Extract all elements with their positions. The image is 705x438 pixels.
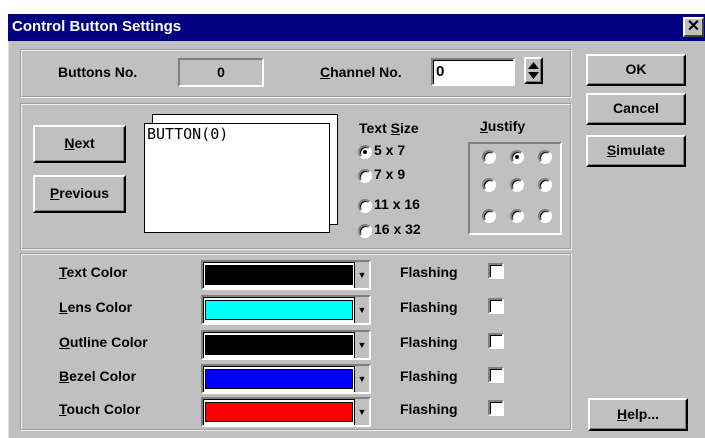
cancel-button-label: Cancel: [613, 100, 659, 116]
color-swatch: [205, 369, 353, 389]
text-size-radio-11x16[interactable]: [358, 199, 372, 213]
text-size-radio-7x9[interactable]: [358, 169, 372, 183]
color-label-text: ens Color: [67, 299, 133, 315]
text-size-accel: S: [390, 120, 400, 136]
help-accel: H: [616, 406, 628, 422]
channel-no-input-value: 0: [436, 63, 445, 80]
color-label-accel: O: [59, 334, 70, 350]
channel-no-label-accel: C: [320, 64, 331, 80]
next-button-label: ext: [74, 135, 95, 151]
color-label: Bezel Color: [59, 368, 136, 384]
next-button[interactable]: Next: [33, 125, 126, 163]
text-size-radio-5x7[interactable]: [358, 145, 372, 159]
flashing-checkbox[interactable]: [488, 298, 504, 314]
dropdown-arrow-icon[interactable]: ▼: [354, 262, 369, 288]
color-label: Outline Color: [59, 334, 148, 350]
justify-top-right[interactable]: [538, 150, 552, 164]
color-label: Lens Color: [59, 299, 132, 315]
justify-accel: J: [480, 118, 488, 134]
text-size-label: Text Size: [359, 120, 419, 136]
flashing-checkbox[interactable]: [488, 263, 504, 279]
color-swatch: [205, 402, 353, 422]
flashing-label: Flashing: [400, 334, 458, 350]
button-preview: BUTTON(0): [144, 123, 330, 233]
ok-button[interactable]: OK: [586, 54, 686, 86]
close-icon: ✕: [686, 18, 701, 35]
color-label-text: ouch Color: [66, 401, 141, 417]
color-swatch: [205, 335, 353, 355]
previous-button[interactable]: Previous: [33, 175, 126, 213]
justify-label: Justify: [480, 118, 525, 134]
color-label-accel: T: [59, 264, 67, 280]
text-size-radio-16x32[interactable]: [358, 224, 372, 238]
help-button-label: elp...: [627, 406, 660, 422]
justify-middle-center[interactable]: [510, 178, 524, 192]
justify-bottom-center[interactable]: [510, 209, 524, 223]
channel-no-label-text: hannel No.: [330, 64, 402, 80]
close-button[interactable]: ✕: [683, 17, 704, 37]
channel-no-input[interactable]: 0: [431, 58, 515, 86]
ok-button-label: OK: [625, 61, 647, 77]
buttons-no-value: 0: [178, 58, 264, 87]
color-label: Text Color: [59, 264, 127, 280]
flashing-label: Flashing: [400, 299, 458, 315]
text-size-option-label: 7 x 9: [374, 166, 406, 182]
up-down-arrows-icon: [528, 62, 539, 79]
color-label-text: utline Color: [69, 334, 148, 350]
color-dropdown[interactable]: ▼: [201, 260, 371, 290]
channel-spinner[interactable]: [524, 57, 543, 84]
text-size-label-rest: ize: [399, 120, 419, 136]
dropdown-arrow-icon[interactable]: ▼: [354, 332, 369, 358]
justify-label-rest: ustify: [487, 118, 526, 134]
color-dropdown[interactable]: ▼: [201, 397, 371, 427]
channel-no-label: Channel No.: [320, 64, 402, 80]
text-size-option-label: 5 x 7: [374, 142, 406, 158]
preview-text: BUTTON(0): [147, 125, 229, 143]
buttons-no-value-text: 0: [217, 64, 225, 80]
buttons-no-label: Buttons No.: [58, 64, 138, 80]
text-size-label-pre: Text: [359, 120, 391, 136]
color-dropdown[interactable]: ▼: [201, 330, 371, 360]
color-swatch: [205, 300, 353, 320]
color-label-text: ezel Color: [69, 368, 137, 384]
color-label-text: ext Color: [66, 264, 128, 280]
color-label-accel: L: [59, 299, 68, 315]
flashing-checkbox[interactable]: [488, 400, 504, 416]
justify-bottom-right[interactable]: [538, 209, 552, 223]
justify-top-left[interactable]: [482, 150, 496, 164]
flashing-checkbox[interactable]: [488, 367, 504, 383]
previous-accel: P: [49, 185, 60, 201]
help-button[interactable]: Help...: [588, 398, 688, 431]
flashing-label: Flashing: [400, 264, 458, 280]
dropdown-arrow-icon[interactable]: ▼: [354, 366, 369, 392]
flashing-checkbox[interactable]: [488, 333, 504, 349]
flashing-label: Flashing: [400, 401, 458, 417]
dropdown-arrow-icon[interactable]: ▼: [354, 399, 369, 425]
color-swatch: [205, 265, 353, 285]
justify-middle-left[interactable]: [482, 178, 496, 192]
color-label: Touch Color: [59, 401, 140, 417]
justify-top-center[interactable]: [510, 150, 524, 164]
window-title: Control Button Settings: [12, 18, 182, 35]
text-size-option-label: 16 x 32: [374, 221, 421, 237]
next-accel: N: [64, 135, 75, 151]
color-dropdown[interactable]: ▼: [201, 364, 371, 394]
previous-button-label: revious: [59, 185, 110, 201]
simulate-button[interactable]: Simulate: [586, 135, 686, 167]
title-bar[interactable]: Control Button Settings ✕: [8, 14, 705, 41]
color-label-accel: B: [59, 368, 70, 384]
dropdown-arrow-icon[interactable]: ▼: [354, 297, 369, 323]
simulate-button-label: imulate: [616, 142, 666, 158]
cancel-button[interactable]: Cancel: [586, 93, 686, 125]
simulate-accel: S: [606, 142, 617, 158]
color-dropdown[interactable]: ▼: [201, 295, 371, 325]
justify-bottom-left[interactable]: [482, 209, 496, 223]
text-size-option-label: 11 x 16: [374, 196, 420, 212]
justify-middle-right[interactable]: [538, 178, 552, 192]
color-label-accel: T: [59, 401, 67, 417]
flashing-label: Flashing: [400, 368, 458, 384]
